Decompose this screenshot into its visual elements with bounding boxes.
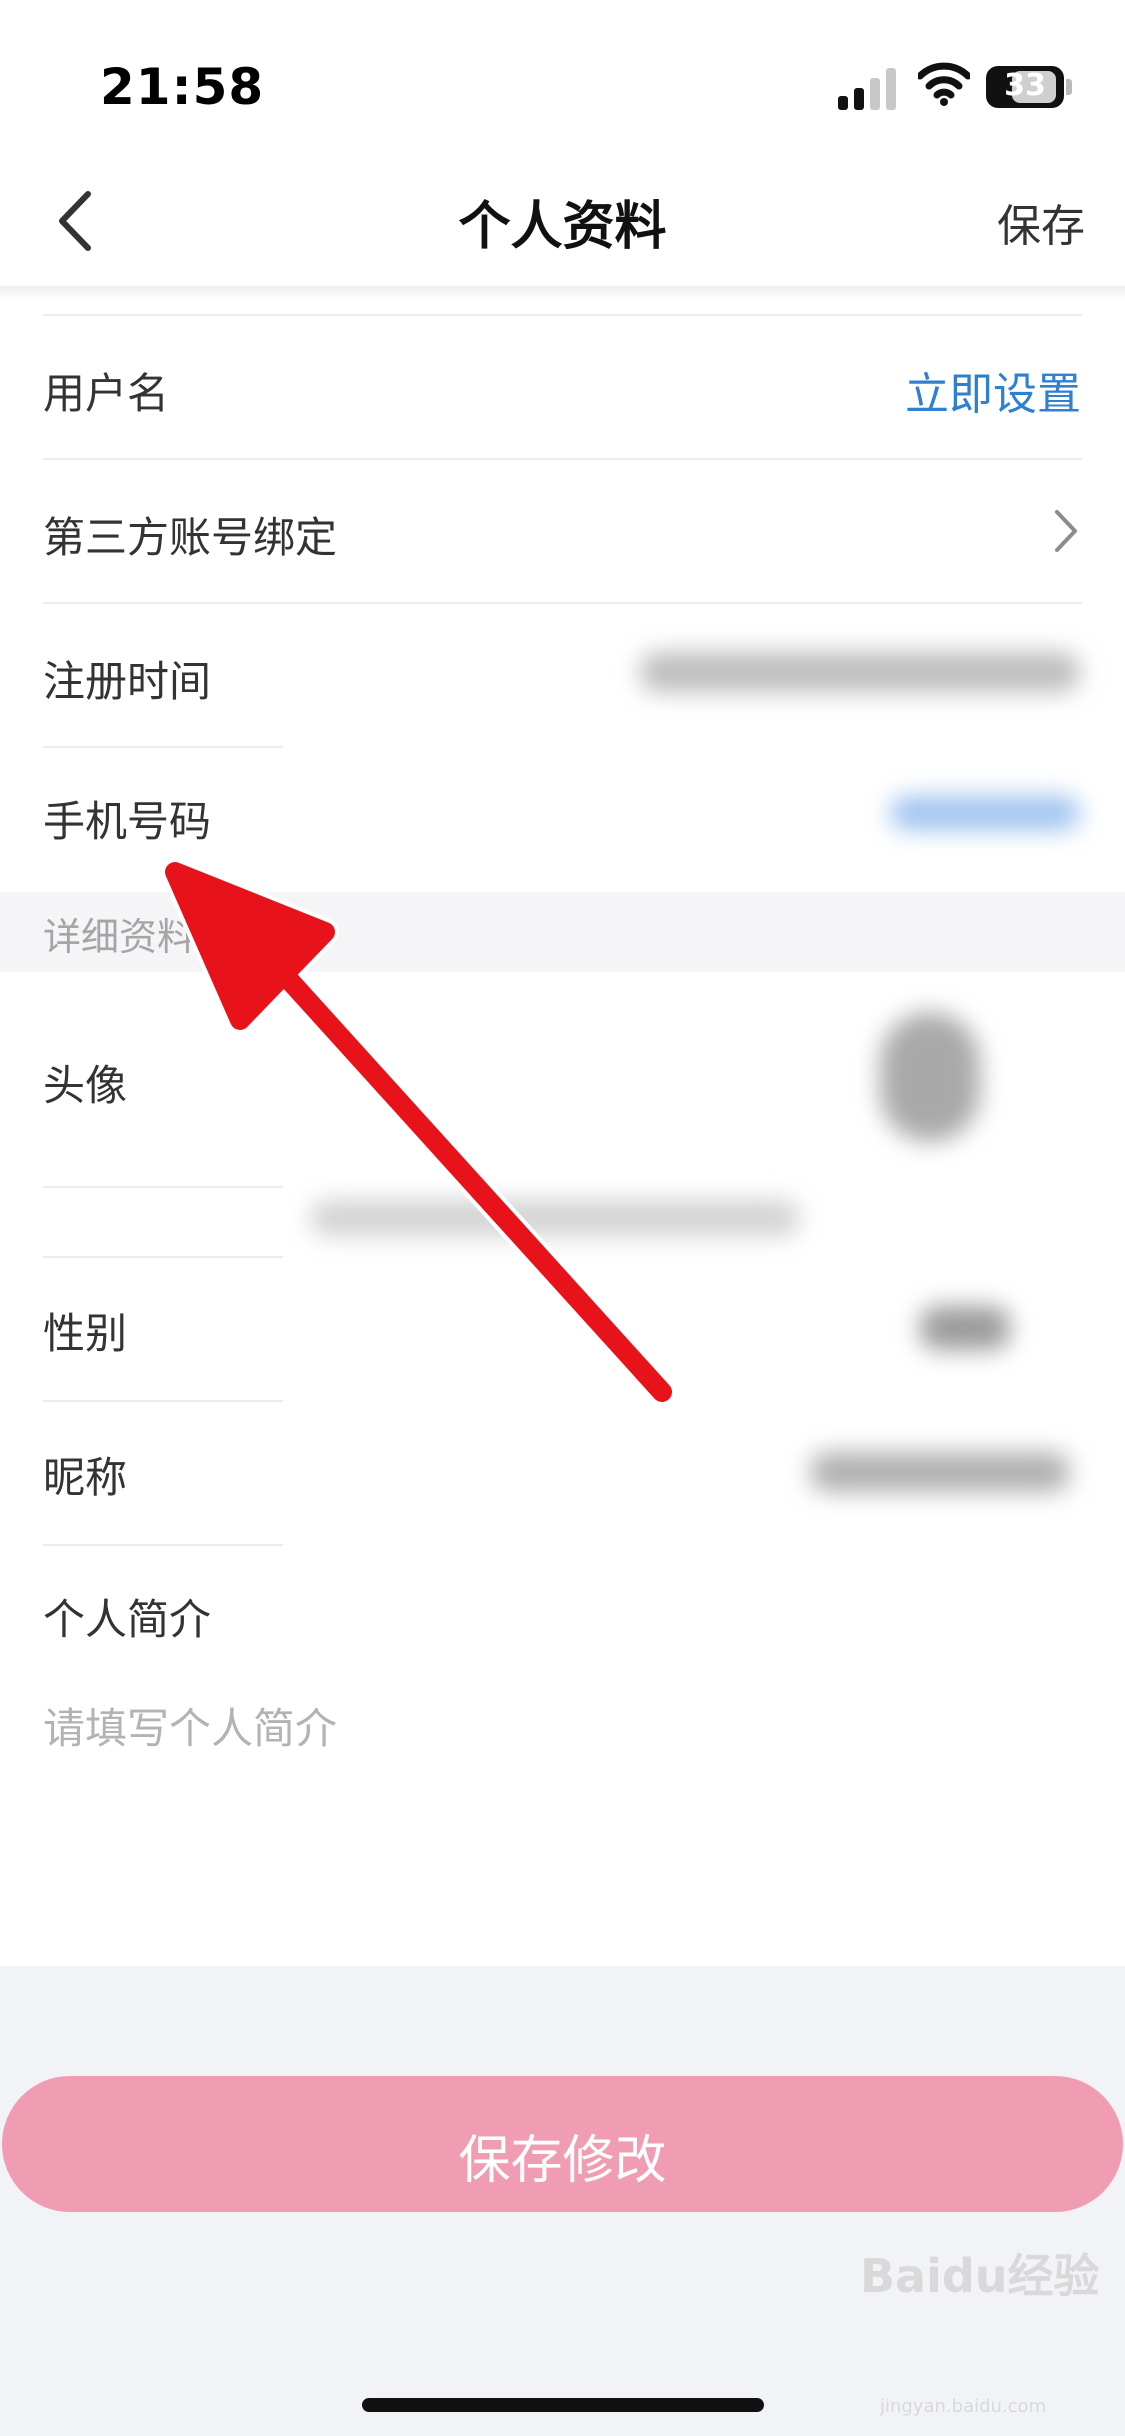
registration-time-value-blurred <box>640 652 1080 692</box>
phone-number-value-blurred <box>890 796 1080 830</box>
baidu-watermark: Baidu经验 <box>860 2249 1100 2303</box>
battery-cap <box>1066 79 1072 95</box>
wifi-icon <box>918 62 970 106</box>
chevron-right-icon <box>1055 510 1077 552</box>
row-bio: 个人简介 <box>0 1546 1125 1666</box>
section-title: 详细资料 <box>43 915 196 959</box>
set-username-link[interactable]: 立即设置 <box>905 358 1081 422</box>
username-label: 用户名 <box>43 369 170 418</box>
divider <box>43 1186 283 1188</box>
page-title: 个人资料 <box>458 197 667 257</box>
home-indicator[interactable] <box>362 2398 764 2412</box>
battery-icon: 33 <box>986 66 1064 108</box>
baidu-watermark-url: jingyan.baidu.com <box>880 2396 1047 2417</box>
avatar-label: 头像 <box>43 1061 128 1110</box>
bio-label: 个人简介 <box>43 1595 212 1644</box>
avatar[interactable] <box>880 1012 980 1142</box>
row-username[interactable]: 用户名 立即设置 <box>0 316 1125 458</box>
nickname-label: 昵称 <box>43 1453 128 1502</box>
save-changes-label: 保存修改 <box>458 2131 667 2191</box>
save-changes-button[interactable]: 保存修改 <box>2 2076 1123 2212</box>
row-gender[interactable]: 性别 <box>0 1258 1125 1400</box>
row-registration-time: 注册时间 <box>0 604 1125 746</box>
gender-label: 性别 <box>43 1309 128 1358</box>
status-time: 21:58 <box>100 58 265 116</box>
bio-input[interactable]: 请填写个人简介 <box>43 1695 337 1756</box>
registration-time-label: 注册时间 <box>43 657 212 706</box>
row-third-party-binding[interactable]: 第三方账号绑定 <box>0 460 1125 602</box>
nickname-value-blurred <box>810 1452 1070 1492</box>
nav-shadow <box>0 286 1125 300</box>
row-nickname[interactable]: 昵称 <box>0 1402 1125 1544</box>
battery-level: 33 <box>1004 68 1046 103</box>
row-phone-number[interactable]: 手机号码 <box>0 748 1125 890</box>
third-party-binding-label: 第三方账号绑定 <box>43 513 338 562</box>
blurred-info-bar <box>310 1200 800 1236</box>
gender-value-blurred <box>920 1306 1010 1350</box>
nav-save-button[interactable]: 保存 <box>997 190 1085 254</box>
cellular-signal-icon <box>838 66 898 110</box>
phone-number-label: 手机号码 <box>43 797 212 846</box>
row-avatar[interactable]: 头像 <box>0 972 1125 1186</box>
